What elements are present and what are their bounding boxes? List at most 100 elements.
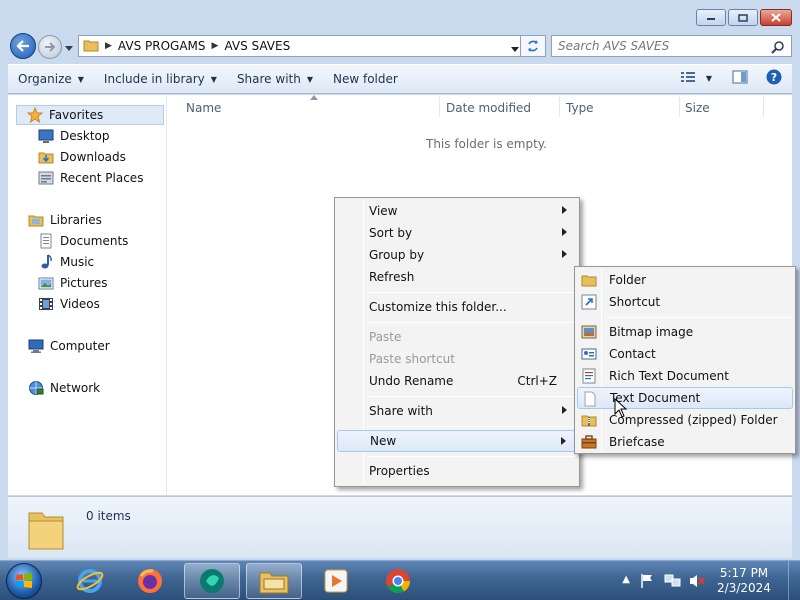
nav-label-libraries: Libraries	[50, 213, 102, 227]
address-bar[interactable]: ▶ AVS PROGAMS ▶ AVS SAVES	[78, 35, 526, 57]
menu-item-paste[interactable]: Paste	[337, 326, 577, 348]
menu-item-undo-rename-label: Undo Rename	[369, 374, 454, 388]
nav-item-desktop[interactable]: Desktop	[38, 126, 110, 146]
taskbar-internet-explorer[interactable]	[62, 563, 118, 599]
computer-icon	[28, 338, 44, 354]
submenu-arrow-icon	[562, 250, 567, 258]
taskbar-firefox[interactable]	[122, 563, 178, 599]
taskbar-windows-explorer[interactable]	[246, 563, 302, 599]
nav-item-documents[interactable]: Documents	[38, 231, 128, 251]
minimize-button[interactable]	[696, 9, 726, 26]
submenu-item-bitmap[interactable]: Bitmap image	[577, 321, 793, 343]
taskbar: ▲ 5:17 PM 2/3/2024	[0, 560, 800, 600]
nav-item-libraries[interactable]: Libraries	[28, 210, 102, 230]
submenu-briefcase-label: Briefcase	[609, 435, 665, 449]
include-in-library-button[interactable]: Include in library ▼	[94, 68, 227, 90]
submenu-item-shortcut[interactable]: Shortcut	[577, 291, 793, 313]
search-icon[interactable]	[771, 40, 785, 57]
submenu-item-contact[interactable]: Contact	[577, 343, 793, 365]
action-center-flag-icon[interactable]	[640, 573, 654, 592]
column-divider[interactable]	[439, 97, 440, 117]
menu-separator	[367, 456, 575, 457]
help-icon[interactable]: ?	[766, 69, 782, 88]
column-header-size[interactable]: Size	[685, 101, 710, 115]
menu-item-group-by[interactable]: Group by	[337, 244, 577, 266]
nav-item-favorites[interactable]: Favorites	[16, 105, 164, 125]
close-button[interactable]	[760, 9, 792, 26]
taskbar-clock[interactable]: 5:17 PM 2/3/2024	[714, 566, 774, 596]
column-divider[interactable]	[763, 97, 764, 117]
network-status-icon[interactable]	[664, 573, 682, 592]
address-dropdown-icon[interactable]	[511, 42, 519, 56]
search-box[interactable]	[551, 35, 792, 57]
taskbar-video-app[interactable]	[308, 563, 364, 599]
menu-item-view[interactable]: View	[337, 200, 577, 222]
taskbar-chrome[interactable]	[370, 563, 426, 599]
nav-item-downloads[interactable]: Downloads	[38, 147, 126, 167]
menu-item-new[interactable]: New	[337, 430, 577, 452]
share-with-button[interactable]: Share with ▼	[227, 68, 323, 90]
change-view-icon[interactable]	[680, 70, 696, 87]
chevron-down-icon: ▼	[77, 74, 84, 84]
column-header-type[interactable]: Type	[566, 101, 594, 115]
minimize-icon	[707, 17, 715, 20]
submenu-item-folder[interactable]: Folder	[577, 269, 793, 291]
nav-label-documents: Documents	[60, 234, 129, 248]
network-icon	[28, 380, 44, 396]
media-app-icon	[200, 569, 224, 593]
recent-pages-dropdown[interactable]	[65, 41, 73, 55]
downloads-folder-icon	[38, 149, 54, 165]
column-header-date-modified[interactable]: Date modified	[446, 101, 531, 115]
windows-logo-icon	[16, 573, 32, 588]
refresh-button[interactable]	[520, 35, 546, 57]
volume-muted-icon[interactable]	[688, 573, 706, 592]
menu-item-share-with[interactable]: Share with	[337, 400, 577, 422]
column-divider[interactable]	[679, 97, 680, 117]
breadcrumb-item-avs-saves[interactable]: AVS SAVES	[224, 39, 290, 53]
menu-item-refresh[interactable]: Refresh	[337, 266, 577, 288]
back-button[interactable]	[10, 33, 36, 59]
context-menu: View Sort by Group by Refresh Customize …	[334, 197, 580, 487]
maximize-button[interactable]	[728, 9, 758, 26]
menu-item-customize-folder[interactable]: Customize this folder...	[337, 296, 577, 318]
submenu-contact-label: Contact	[609, 347, 656, 361]
column-divider[interactable]	[559, 97, 560, 117]
submenu-item-rich-text[interactable]: Rich Text Document	[577, 365, 793, 387]
nav-item-music[interactable]: Music	[38, 252, 94, 272]
menu-item-properties[interactable]: Properties	[337, 460, 577, 482]
nav-label-computer: Computer	[50, 339, 110, 353]
search-input[interactable]	[558, 39, 758, 53]
taskbar-media-app[interactable]	[184, 563, 240, 599]
submenu-item-compressed-folder[interactable]: Compressed (zipped) Folder	[577, 409, 793, 431]
breadcrumb-item-avs-progams[interactable]: AVS PROGAMS	[118, 39, 206, 53]
nav-item-videos[interactable]: Videos	[38, 294, 100, 314]
view-options-dropdown-icon[interactable]: ▼	[706, 74, 712, 83]
nav-pane-divider[interactable]	[166, 95, 167, 495]
menu-item-paste-shortcut-label: Paste shortcut	[369, 352, 455, 366]
menu-item-sort-by[interactable]: Sort by	[337, 222, 577, 244]
nav-item-recent-places[interactable]: Recent Places	[38, 168, 143, 188]
submenu-compressed-label: Compressed (zipped) Folder	[609, 413, 778, 427]
organize-label: Organize	[18, 72, 72, 86]
nav-item-network[interactable]: Network	[28, 378, 100, 398]
show-desktop-button[interactable]	[788, 561, 800, 600]
nav-item-computer[interactable]: Computer	[28, 336, 110, 356]
contact-card-icon	[581, 346, 597, 362]
empty-folder-message: This folder is empty.	[426, 137, 547, 151]
share-with-label: Share with	[236, 72, 301, 86]
forward-button[interactable]	[38, 35, 62, 59]
preview-pane-icon[interactable]	[732, 70, 748, 87]
nav-label-music: Music	[60, 255, 95, 269]
start-button[interactable]	[6, 563, 42, 599]
menu-item-paste-shortcut[interactable]: Paste shortcut	[337, 348, 577, 370]
column-header-name[interactable]: Name	[186, 101, 221, 115]
organize-button[interactable]: Organize ▼	[8, 68, 94, 90]
chrome-icon	[386, 569, 410, 594]
new-folder-button[interactable]: New folder	[323, 68, 408, 90]
submenu-item-text-document[interactable]: Text Document	[577, 387, 793, 409]
submenu-item-briefcase[interactable]: Briefcase	[577, 431, 793, 453]
address-row: ▶ AVS PROGAMS ▶ AVS SAVES	[8, 32, 792, 60]
menu-item-undo-rename[interactable]: Undo Rename Ctrl+Z	[337, 370, 577, 392]
nav-item-pictures[interactable]: Pictures	[38, 273, 108, 293]
show-hidden-icons-icon[interactable]: ▲	[622, 574, 630, 585]
